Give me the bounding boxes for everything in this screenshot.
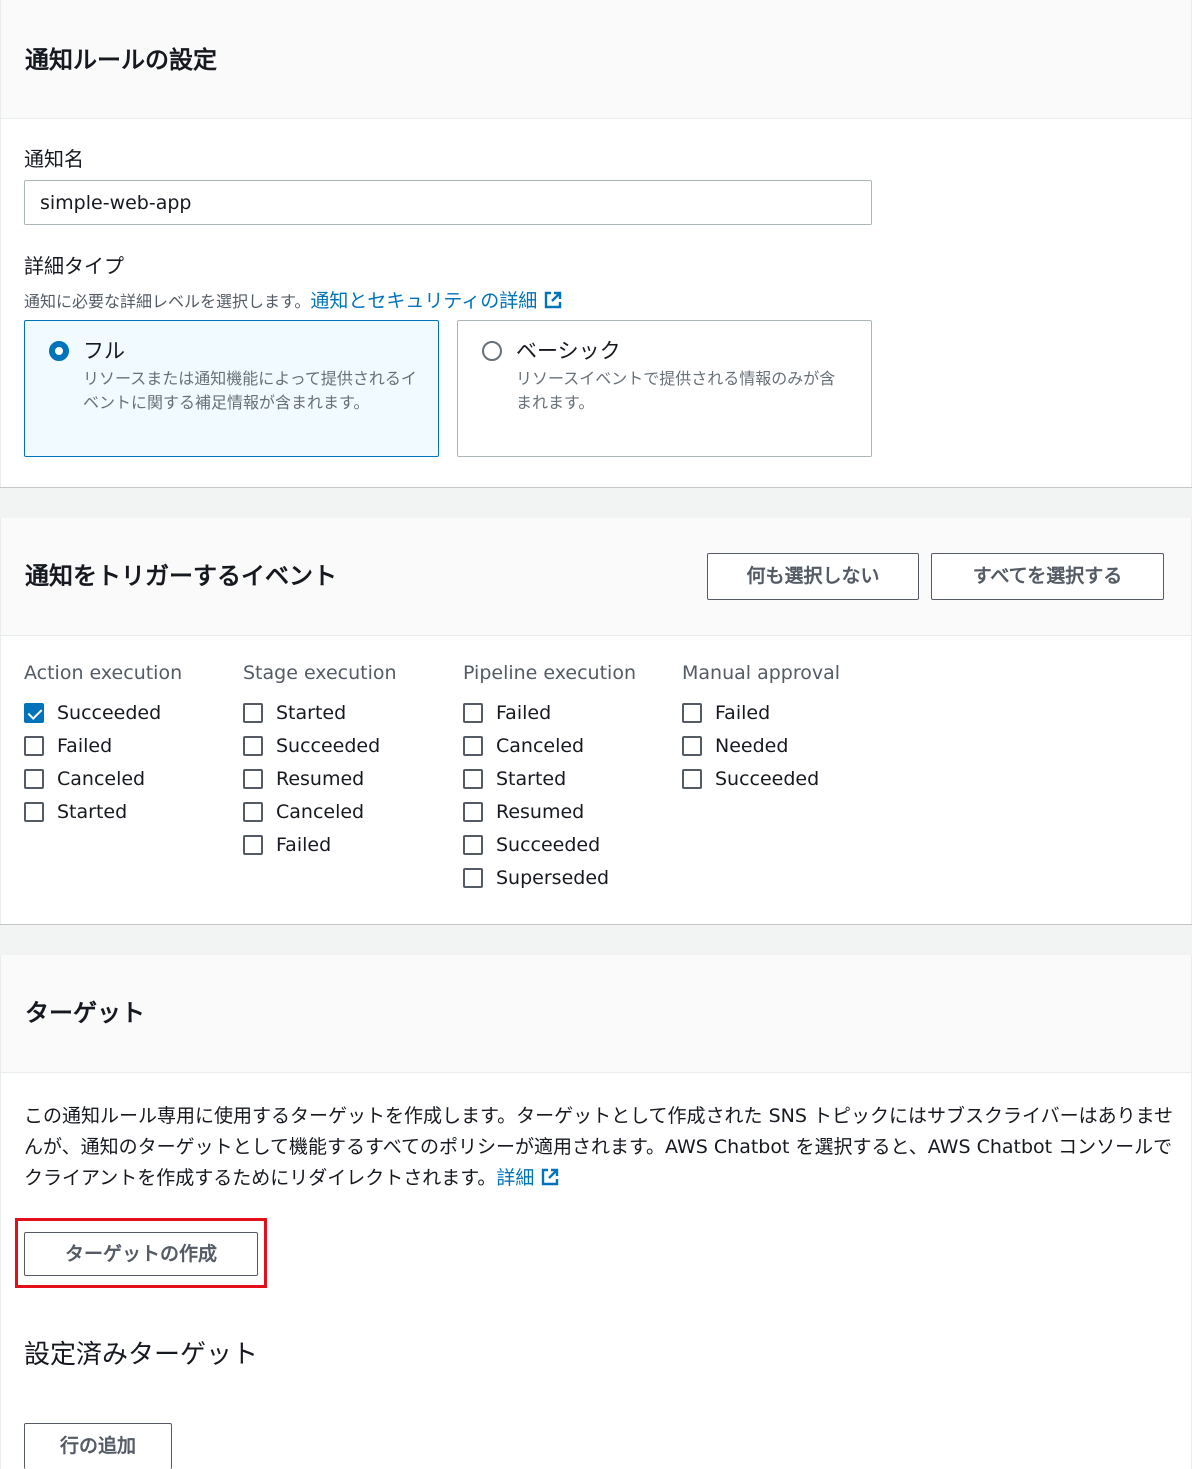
event-checkbox-label: Started: [57, 800, 128, 823]
event-checkbox-label: Canceled: [57, 767, 146, 790]
event-checkbox-row[interactable]: Superseded: [463, 861, 636, 894]
detail-type-desc-text: 通知に必要な詳細レベルを選択します。: [24, 292, 311, 311]
event-checkbox-row[interactable]: Started: [24, 795, 182, 828]
checkbox[interactable]: [463, 768, 483, 789]
rule-settings-header: 通知ルールの設定: [1, 0, 1191, 119]
event-checkbox-row[interactable]: Failed: [24, 729, 182, 762]
event-checkbox-label: Started: [496, 767, 567, 790]
targets-panel: ターゲット: [0, 955, 1192, 1469]
event-checkbox-label: Failed: [715, 701, 771, 724]
rule-settings-title: 通知ルールの設定: [25, 46, 217, 74]
event-checkbox-label: Succeeded: [496, 833, 601, 856]
checkbox[interactable]: [243, 834, 263, 855]
event-checkbox-label: Failed: [496, 701, 552, 724]
option-basic-title: ベーシック: [516, 339, 621, 363]
event-column-header: Stage execution: [243, 662, 397, 684]
event-checkbox-label: Failed: [57, 734, 113, 757]
checkbox[interactable]: [463, 801, 483, 822]
event-checkbox-row[interactable]: Failed: [463, 696, 636, 729]
checkbox[interactable]: [243, 702, 263, 723]
targets-description-text: この通知ルール専用に使用するターゲットを作成します。ターゲットとして作成された …: [24, 1105, 1173, 1189]
detail-type-description: 通知に必要な詳細レベルを選択します。通知とセキュリティの詳細: [24, 286, 563, 313]
event-checkbox-label: Resumed: [496, 800, 585, 823]
event-checkbox-label: Succeeded: [276, 734, 381, 757]
checkbox[interactable]: [24, 735, 44, 756]
event-checkbox-label: Succeeded: [57, 701, 162, 724]
event-checkbox-row[interactable]: Canceled: [463, 729, 636, 762]
event-checkbox-row[interactable]: Succeeded: [463, 828, 636, 861]
checkbox[interactable]: [463, 702, 483, 723]
checkbox[interactable]: [682, 702, 702, 723]
event-checkbox-row[interactable]: Started: [243, 696, 397, 729]
checkbox[interactable]: [463, 834, 483, 855]
create-target-button[interactable]: ターゲットの作成: [24, 1232, 258, 1276]
detail-type-label: 詳細タイプ: [24, 254, 124, 278]
event-checkbox-row[interactable]: Succeeded: [243, 729, 397, 762]
external-link-icon: [545, 291, 562, 309]
event-checkbox-row[interactable]: Started: [463, 762, 636, 795]
select-all-button[interactable]: すべてを選択する: [931, 553, 1164, 600]
event-column-header: Manual approval: [682, 662, 841, 684]
option-full-description: リソースまたは通知機能によって提供されるイベントに関する補足情報が含まれます。: [83, 369, 417, 412]
detail-option-full[interactable]: フル リソースまたは通知機能によって提供されるイベントに関する補足情報が含まれま…: [24, 320, 439, 457]
security-details-link-text[interactable]: 通知とセキュリティの詳細: [310, 290, 537, 312]
checkbox[interactable]: [682, 768, 702, 789]
events-title: 通知をトリガーするイベント: [25, 562, 337, 590]
radio-basic[interactable]: [482, 341, 502, 361]
checkbox[interactable]: [243, 801, 263, 822]
event-checkbox-label: Started: [276, 701, 347, 724]
targets-details-link-text[interactable]: 詳細: [496, 1167, 534, 1189]
targets-title: ターゲット: [25, 999, 145, 1027]
checkbox[interactable]: [243, 768, 263, 789]
checkbox[interactable]: [682, 735, 702, 756]
targets-details-link[interactable]: 詳細: [496, 1167, 560, 1189]
event-checkbox-label: Canceled: [496, 734, 585, 757]
radio-full[interactable]: [49, 341, 69, 361]
option-basic-description: リソースイベントで提供される情報のみが含まれます。: [516, 369, 836, 412]
event-column: Stage execution Started Succeeded Resumed Ca…: [243, 660, 397, 861]
event-checkbox-row[interactable]: Needed: [682, 729, 840, 762]
select-none-button[interactable]: 何も選択しない: [707, 553, 919, 600]
event-checkbox-label: Failed: [276, 833, 332, 856]
event-checkbox-row[interactable]: Failed: [682, 696, 840, 729]
section-divider: [0, 487, 1192, 518]
event-column: Manual approval Failed Needed Succeeded: [682, 660, 840, 795]
detail-option-basic[interactable]: ベーシック リソースイベントで提供される情報のみが含まれます。: [457, 320, 872, 457]
checkbox[interactable]: [463, 735, 483, 756]
event-checkbox-label: Needed: [715, 734, 789, 757]
event-column-header: Action execution: [24, 662, 183, 684]
event-checkbox-row[interactable]: Canceled: [24, 762, 182, 795]
event-checkbox-label: Resumed: [276, 767, 365, 790]
add-row-button[interactable]: 行の追加: [24, 1423, 172, 1469]
event-checkbox-label: Succeeded: [715, 767, 820, 790]
event-checkbox-row[interactable]: Succeeded: [24, 696, 182, 729]
notification-name-label: 通知名: [24, 147, 84, 171]
checkbox[interactable]: [463, 867, 483, 888]
option-full-title: フル: [83, 339, 125, 363]
event-checkbox-row[interactable]: Resumed: [463, 795, 636, 828]
configured-targets-title: 設定済みターゲット: [24, 1340, 259, 1370]
event-checkbox-row[interactable]: Succeeded: [682, 762, 840, 795]
security-details-link[interactable]: 通知とセキュリティの詳細: [310, 290, 563, 312]
targets-description: この通知ルール専用に使用するターゲットを作成します。ターゲットとして作成された …: [24, 1101, 1174, 1194]
event-column: Pipeline execution Failed Canceled Started R…: [463, 660, 636, 894]
event-column: Action execution Succeeded Failed Canceled S…: [24, 660, 182, 828]
checkbox[interactable]: [243, 735, 263, 756]
event-checkbox-label: Superseded: [496, 866, 610, 889]
event-column-header: Pipeline execution: [463, 662, 636, 684]
checkbox[interactable]: [24, 768, 44, 789]
targets-header: ターゲット: [1, 955, 1191, 1073]
event-checkbox-row[interactable]: Resumed: [243, 762, 397, 795]
checkbox-checked[interactable]: [24, 702, 44, 723]
checkbox[interactable]: [24, 801, 44, 822]
event-checkbox-label: Canceled: [276, 800, 365, 823]
external-link-icon: [542, 1168, 559, 1186]
notification-name-input[interactable]: [24, 180, 872, 225]
event-checkbox-row[interactable]: Failed: [243, 828, 397, 861]
event-checkbox-row[interactable]: Canceled: [243, 795, 397, 828]
section-divider: [0, 924, 1192, 955]
